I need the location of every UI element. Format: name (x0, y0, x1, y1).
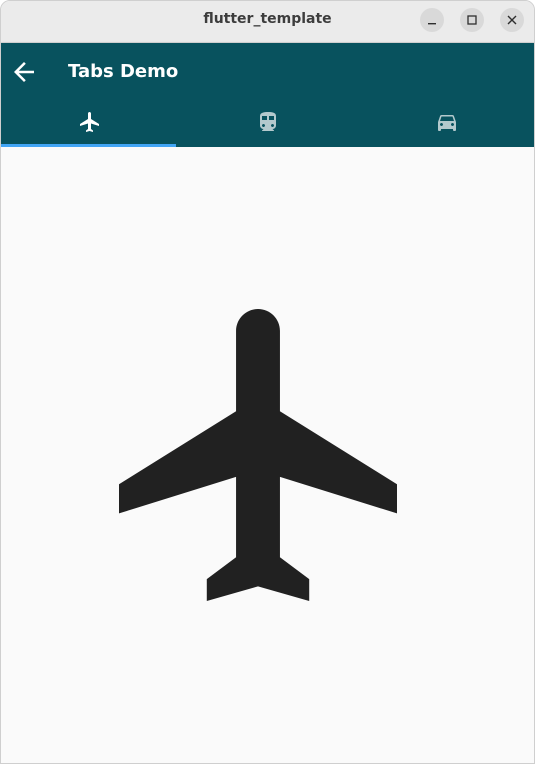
tab-flight[interactable] (1, 99, 179, 147)
flight-icon (80, 112, 100, 132)
minimize-button[interactable] (420, 8, 444, 32)
tab-train[interactable] (179, 99, 357, 147)
tab-car[interactable] (358, 99, 534, 147)
flight-icon-large (119, 309, 397, 601)
car-icon (437, 115, 456, 131)
minimize-icon (428, 23, 436, 25)
page-title: Tabs Demo (68, 61, 179, 82)
tab-bar (1, 99, 534, 147)
window-title: flutter_template (203, 11, 332, 27)
back-button[interactable] (9, 57, 39, 87)
train-icon (260, 112, 277, 131)
maximize-icon (467, 15, 477, 25)
maximize-button[interactable] (460, 8, 484, 32)
arrow-back-icon (14, 62, 34, 82)
window-titlebar[interactable]: flutter_template (1, 1, 534, 43)
app-window: flutter_template Tabs Demo (0, 0, 535, 764)
flight-icon (119, 309, 397, 601)
close-button[interactable] (500, 8, 524, 32)
app-bar: Tabs Demo (1, 43, 534, 147)
close-icon (507, 15, 517, 25)
